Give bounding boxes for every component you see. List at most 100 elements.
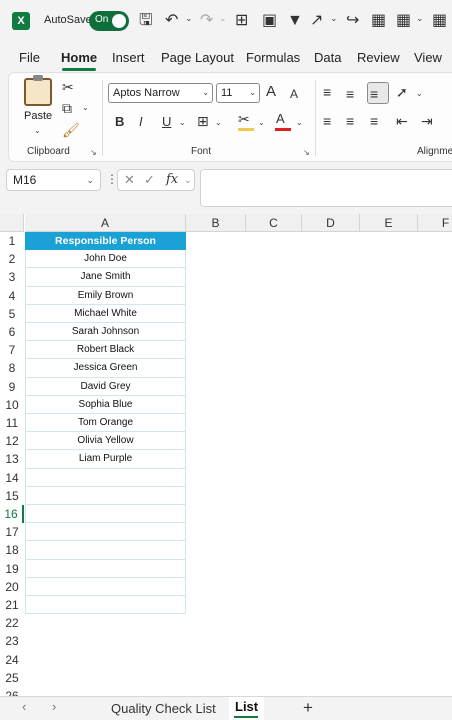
autosave-toggle[interactable]: On <box>89 11 129 31</box>
redo-icon[interactable]: ↷ <box>200 11 213 31</box>
font-color-icon[interactable]: A <box>276 111 285 127</box>
row-header[interactable]: 15 <box>0 487 24 505</box>
save-icon[interactable]: 🖫 <box>139 11 153 31</box>
filter-icon[interactable]: ▼ <box>287 11 303 31</box>
row-header[interactable]: 13 <box>0 450 24 468</box>
column-header-b[interactable]: B <box>186 214 246 232</box>
paste-icon[interactable] <box>24 75 52 106</box>
row-header[interactable]: 8 <box>0 359 24 377</box>
tab-formulas[interactable]: Formulas <box>246 50 300 65</box>
calculator-dropdown-icon[interactable]: ⌄ <box>416 13 424 24</box>
table-cell[interactable]: John Doe <box>25 250 186 269</box>
align-right-icon[interactable]: ≡ <box>370 113 378 129</box>
font-size-select[interactable]: 11 ⌄ <box>216 83 260 103</box>
tab-insert[interactable]: Insert <box>112 50 145 65</box>
orientation-icon[interactable]: ➚ <box>396 84 408 100</box>
table-cell[interactable] <box>25 486 186 505</box>
column-header-c[interactable]: C <box>246 214 302 232</box>
borders-icon[interactable]: ⊞ <box>235 11 248 31</box>
sheet-tab-quality-check-list[interactable]: Quality Check List <box>111 701 216 716</box>
tab-page-layout[interactable]: Page Layout <box>161 50 234 65</box>
name-box-dropdown-icon[interactable]: ⌄ <box>86 170 94 190</box>
tab-file[interactable]: File <box>19 50 40 65</box>
tab-review[interactable]: Review <box>357 50 400 65</box>
table-cell[interactable]: David Grey <box>25 377 186 396</box>
picture-icon[interactable]: ▣ <box>262 11 277 31</box>
wrap-text-icon[interactable]: ↪ <box>346 11 359 31</box>
name-box[interactable]: M16 ⌄ <box>6 169 101 191</box>
font-name-select[interactable]: Aptos Narrow ⌄ <box>108 83 213 103</box>
font-launcher-icon[interactable]: ↘ <box>303 148 310 157</box>
table-cell[interactable] <box>25 468 186 487</box>
row-header[interactable]: 5 <box>0 305 24 323</box>
align-top-icon[interactable]: ≡ <box>323 84 331 100</box>
row-header[interactable]: 9 <box>0 378 24 396</box>
column-header-e[interactable]: E <box>360 214 418 232</box>
underline-dropdown-icon[interactable]: ⌄ <box>179 118 186 127</box>
insert-function-icon[interactable]: fx <box>166 172 178 187</box>
column-header-d[interactable]: D <box>302 214 360 232</box>
share-icon[interactable]: ↗ <box>310 11 323 31</box>
align-middle-icon[interactable]: ≡ <box>346 86 354 102</box>
italic-button[interactable]: I <box>139 114 143 130</box>
tab-home[interactable]: Home <box>61 50 97 65</box>
underline-button[interactable]: U <box>162 114 171 130</box>
table-cell[interactable]: Jessica Green <box>25 359 186 378</box>
cut-icon[interactable]: ✂ <box>62 79 74 95</box>
next-sheet-icon[interactable]: › <box>52 699 56 714</box>
orientation-dropdown-icon[interactable]: ⌄ <box>416 89 423 98</box>
row-header[interactable]: 14 <box>0 469 24 487</box>
table-cell[interactable]: Liam Purple <box>25 450 186 469</box>
decrease-indent-icon[interactable]: ⇤ <box>396 113 408 129</box>
cancel-icon[interactable]: ✕ <box>124 172 135 188</box>
row-header[interactable]: 4 <box>0 287 24 305</box>
column-header-f[interactable]: F <box>418 214 452 232</box>
table-cell[interactable] <box>25 559 186 578</box>
spreadsheet-grid[interactable]: A B C D E F 1 2 3 4 5 6 7 8 9 10 11 12 13 14 15 16 17 18 1… <box>0 214 452 696</box>
share-dropdown-icon[interactable]: ⌄ <box>330 13 338 24</box>
add-sheet-button[interactable]: + <box>303 698 313 718</box>
header-cell-responsible-person[interactable]: Responsible Person <box>25 232 186 251</box>
row-header[interactable]: 17 <box>0 523 24 541</box>
bold-button[interactable]: B <box>115 114 124 130</box>
table-cell[interactable]: Sophia Blue <box>25 395 186 414</box>
increase-indent-icon[interactable]: ⇥ <box>421 113 433 129</box>
tab-view[interactable]: View <box>414 50 442 65</box>
row-header[interactable]: 6 <box>0 323 24 341</box>
row-header[interactable]: 24 <box>0 651 24 669</box>
row-header[interactable]: 25 <box>0 669 24 687</box>
decrease-font-icon[interactable]: A <box>290 86 298 102</box>
table-cell[interactable] <box>25 505 186 524</box>
enter-icon[interactable]: ✓ <box>144 172 155 188</box>
fx-dropdown-icon[interactable]: ⌄ <box>184 175 192 186</box>
table-cell[interactable]: Jane Smith <box>25 268 186 287</box>
row-header[interactable]: 10 <box>0 396 24 414</box>
formula-input[interactable] <box>200 169 452 207</box>
table-cell[interactable]: Emily Brown <box>25 286 186 305</box>
row-header[interactable]: 11 <box>0 414 24 432</box>
undo-icon[interactable]: ↶ <box>165 11 178 31</box>
row-header[interactable]: 16 <box>0 505 24 524</box>
row-header[interactable]: 1 <box>0 232 24 250</box>
table-cell[interactable]: Tom Orange <box>25 414 186 433</box>
borders-button-icon[interactable]: ⊞ <box>197 113 209 129</box>
borders-dropdown-icon[interactable]: ⌄ <box>215 118 222 127</box>
font-color-dropdown-icon[interactable]: ⌄ <box>296 118 303 127</box>
table-cell[interactable]: Michael White <box>25 304 186 323</box>
form-icon[interactable]: ▦ <box>371 11 386 31</box>
paste-dropdown-icon[interactable]: ⌄ <box>34 126 41 135</box>
row-header[interactable]: 19 <box>0 560 24 578</box>
row-header[interactable]: 22 <box>0 614 24 632</box>
clipboard-launcher-icon[interactable]: ↘ <box>90 148 97 157</box>
table-cell[interactable] <box>25 523 186 542</box>
row-header[interactable]: 23 <box>0 632 24 650</box>
table-cell[interactable] <box>25 541 186 560</box>
copy-icon[interactable]: ⧉ <box>62 100 72 116</box>
table-cell[interactable]: Olivia Yellow <box>25 432 186 451</box>
prev-sheet-icon[interactable]: ‹ <box>22 699 26 714</box>
tab-data[interactable]: Data <box>314 50 341 65</box>
row-header[interactable]: 3 <box>0 268 24 286</box>
table-cell[interactable]: Robert Black <box>25 341 186 360</box>
row-header[interactable]: 12 <box>0 432 24 450</box>
calculator-icon-2[interactable]: ▦ <box>432 11 447 31</box>
